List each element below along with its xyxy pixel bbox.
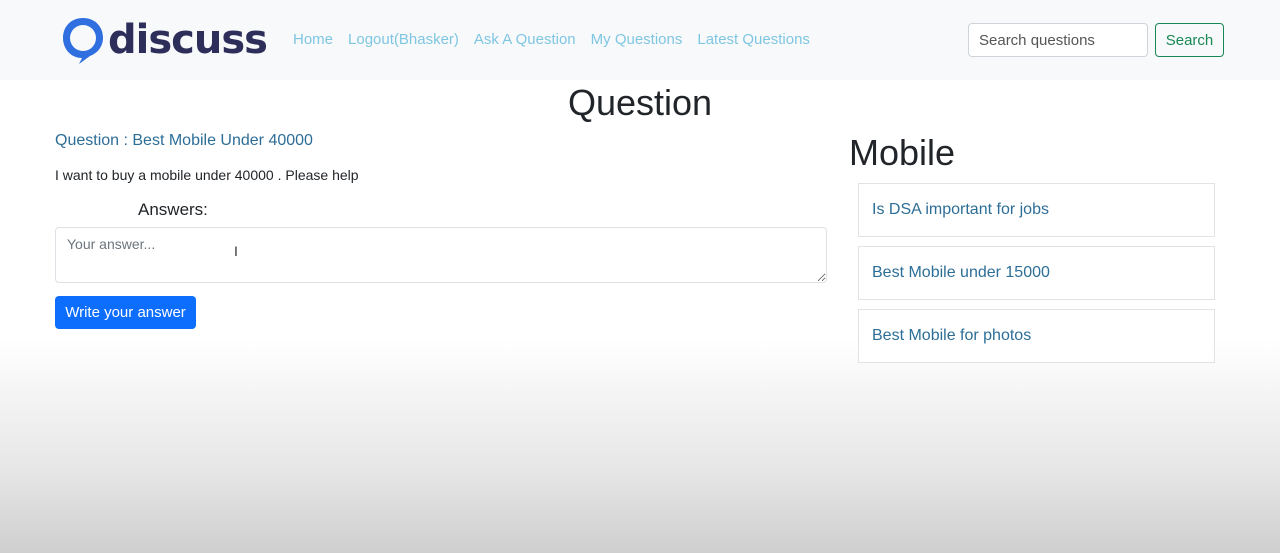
related-question-card[interactable]: Best Mobile under 15000 [858, 246, 1215, 300]
speech-bubble-icon [63, 18, 103, 64]
nav-home-link[interactable]: Home [293, 30, 333, 50]
question-body: I want to buy a mobile under 40000 . Ple… [55, 167, 359, 183]
search-button[interactable]: Search [1155, 23, 1224, 57]
write-answer-button[interactable]: Write your answer [55, 296, 196, 329]
related-question-card[interactable]: Is DSA important for jobs [858, 183, 1215, 237]
page-title: Question [567, 82, 713, 123]
related-question-card[interactable]: Best Mobile for photos [858, 309, 1215, 363]
search-input[interactable] [968, 23, 1148, 57]
related-question-link[interactable]: Best Mobile under 15000 [872, 264, 1050, 282]
main-nav: Home Logout(Bhasker) Ask A Question My Q… [293, 30, 810, 50]
related-question-link[interactable]: Best Mobile for photos [872, 327, 1031, 345]
question-title: Question : Best Mobile Under 40000 [55, 132, 313, 149]
answer-textarea[interactable] [55, 227, 827, 283]
nav-ask-question-link[interactable]: Ask A Question [474, 30, 576, 50]
navbar: discuss Home Logout(Bhasker) Ask A Quest… [0, 0, 1280, 80]
related-question-link[interactable]: Is DSA important for jobs [872, 201, 1049, 219]
logo[interactable]: discuss [60, 14, 268, 66]
nav-latest-questions-link[interactable]: Latest Questions [697, 30, 810, 50]
answers-label: Answers: [138, 200, 208, 219]
text-cursor-icon: I [234, 243, 238, 259]
sidebar-title: Mobile [849, 132, 956, 173]
nav-my-questions-link[interactable]: My Questions [591, 30, 683, 50]
logo-text: discuss [108, 17, 268, 63]
nav-logout-link[interactable]: Logout(Bhasker) [348, 30, 459, 50]
